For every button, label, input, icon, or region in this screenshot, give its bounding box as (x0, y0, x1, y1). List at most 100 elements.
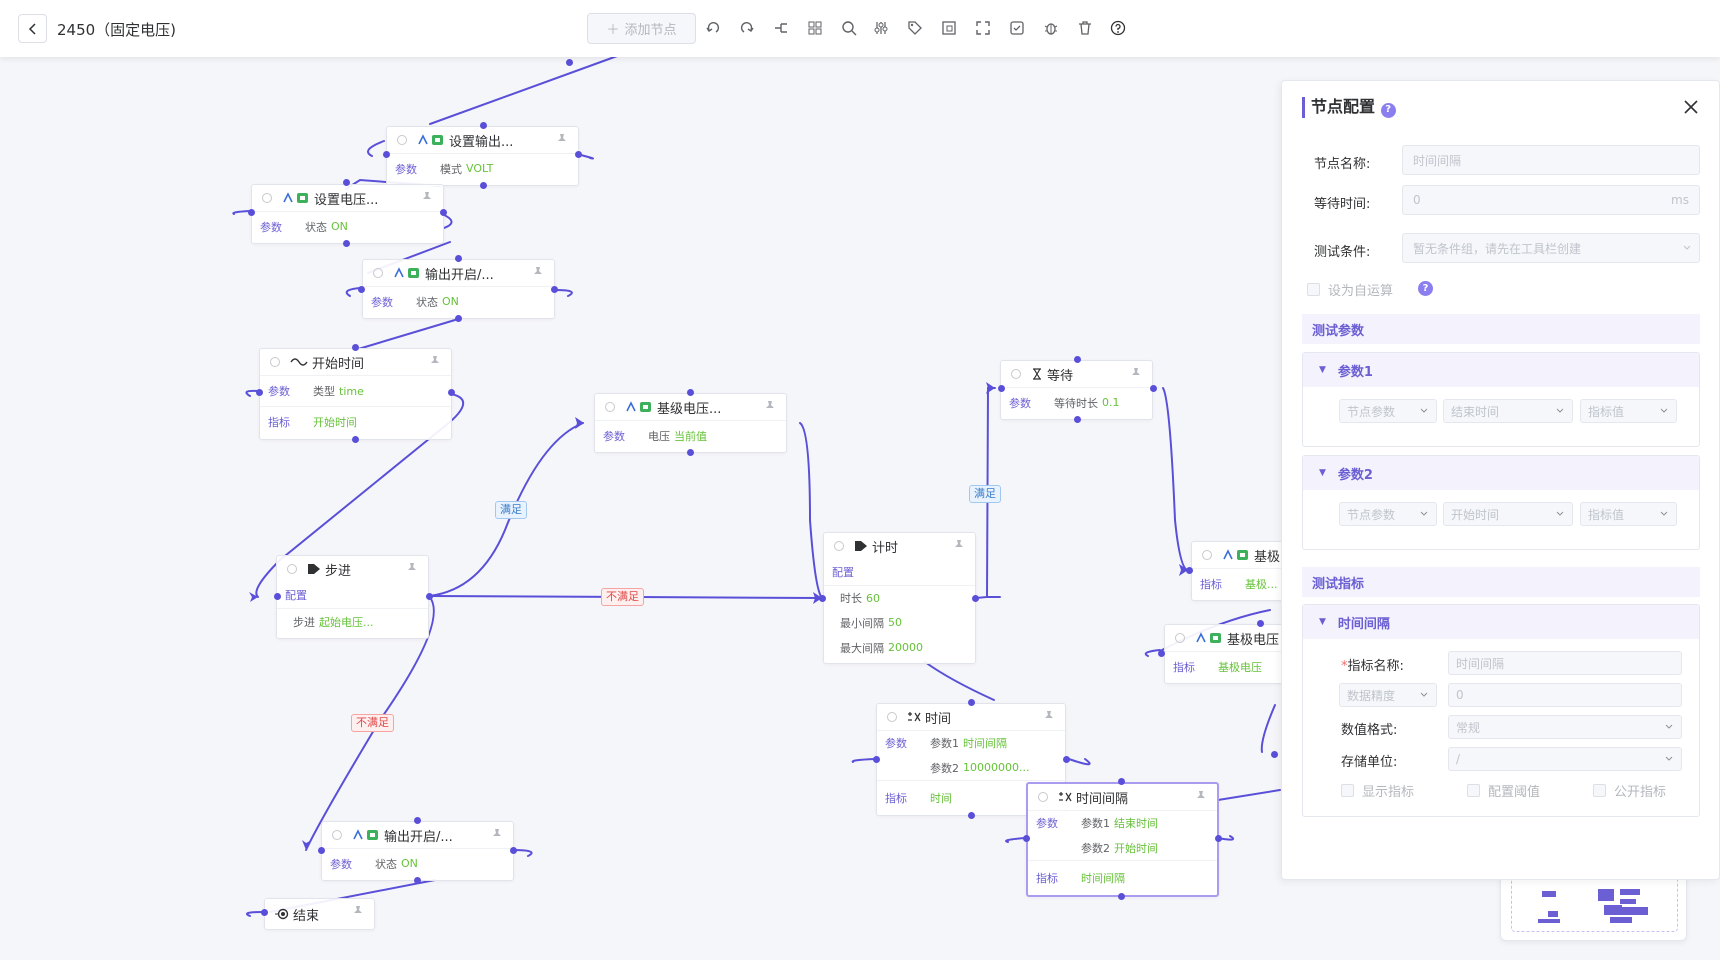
flow-node-selected[interactable]: 时间间隔 参数 参数1 结束时间 参数2 开始时间 指标 时间间隔 (1026, 782, 1219, 897)
port-dot[interactable] (274, 593, 281, 600)
port-dot[interactable] (972, 595, 979, 602)
flow-node[interactable]: 输出开启/... 参数 状态 ON (321, 821, 514, 881)
checkbox-box[interactable] (1467, 784, 1480, 797)
flow-node[interactable]: 等待 参数 等待时长 0.1 (1000, 360, 1153, 420)
port-dot[interactable] (455, 315, 462, 322)
pin-icon[interactable] (532, 266, 544, 278)
format-select[interactable]: 常规 (1448, 715, 1682, 739)
checkbox-box[interactable] (1593, 784, 1606, 797)
flow-node[interactable]: 基极电压 指标 基极电压 (1164, 624, 1284, 684)
port-dot[interactable] (448, 389, 455, 396)
precision-select[interactable]: 数据精度 (1339, 683, 1437, 707)
pin-icon[interactable] (429, 355, 441, 367)
pin-icon[interactable] (491, 828, 503, 840)
show-metric-checkbox[interactable]: 显示指标 (1341, 781, 1414, 800)
test-condition-select[interactable]: 暂无条件组，请先在工具栏创建 (1402, 233, 1700, 263)
port-dot[interactable] (414, 877, 421, 884)
node-select-radio[interactable] (332, 830, 342, 840)
port-dot[interactable] (256, 389, 263, 396)
undo-icon[interactable] (702, 17, 724, 39)
port-dot[interactable] (358, 286, 365, 293)
node-select-radio[interactable] (1175, 633, 1185, 643)
port-dot[interactable] (575, 151, 582, 158)
port-dot[interactable] (1215, 835, 1222, 842)
port-dot[interactable] (687, 389, 694, 396)
unit-select[interactable]: / (1448, 747, 1682, 771)
public-metric-checkbox[interactable]: 公开指标 (1593, 781, 1666, 800)
wait-time-input[interactable]: 0 ms (1402, 185, 1700, 215)
port-dot[interactable] (1186, 567, 1193, 574)
node-select-radio[interactable] (887, 712, 897, 722)
close-icon[interactable] (1681, 97, 1701, 117)
param1-header[interactable]: ▼ 参数1 (1303, 353, 1699, 387)
pin-icon[interactable] (764, 400, 776, 412)
param2-value-select[interactable]: 指标值 (1580, 502, 1677, 526)
pin-icon[interactable] (352, 905, 364, 917)
back-button[interactable] (18, 14, 47, 43)
node-select-radio[interactable] (1038, 792, 1048, 802)
pin-icon[interactable] (1043, 710, 1055, 722)
port-dot[interactable] (383, 151, 390, 158)
port-dot[interactable] (318, 847, 325, 854)
param2-header[interactable]: ▼ 参数2 (1303, 456, 1699, 490)
param2-field-select[interactable]: 开始时间 (1443, 502, 1573, 526)
frame-icon[interactable] (938, 17, 960, 39)
help-icon[interactable]: ? (1380, 102, 1396, 118)
port-dot[interactable] (1118, 893, 1125, 900)
port-dot[interactable] (480, 122, 487, 129)
flow-node[interactable]: 计时 配置 时长 60 最小间隔 50 最大间隔 20000 (823, 532, 976, 664)
edge-label-unsatisfied[interactable]: 不满足 (601, 588, 644, 606)
threshold-checkbox[interactable]: 配置阈值 (1467, 781, 1540, 800)
port-dot[interactable] (1023, 835, 1030, 842)
flow-node[interactable]: 输出开启/... 参数 状态 ON (362, 259, 555, 319)
node-select-radio[interactable] (373, 268, 383, 278)
pin-icon[interactable] (1130, 367, 1142, 379)
node-select-radio[interactable] (834, 541, 844, 551)
param1-value-select[interactable]: 指标值 (1580, 399, 1677, 423)
port-dot[interactable] (455, 255, 462, 262)
port-dot[interactable] (551, 286, 558, 293)
port-dot[interactable] (873, 756, 880, 763)
edge-label-satisfied[interactable]: 满足 (969, 485, 1001, 503)
save-icon[interactable] (1006, 17, 1028, 39)
node-select-radio[interactable] (397, 135, 407, 145)
tag-icon[interactable] (904, 17, 926, 39)
port-dot[interactable] (1271, 751, 1278, 758)
filter-icon[interactable] (870, 17, 892, 39)
port-dot[interactable] (819, 595, 826, 602)
flow-node[interactable]: 基极 指标 基极... (1191, 541, 1291, 601)
port-dot[interactable] (566, 59, 573, 66)
port-dot[interactable] (1074, 356, 1081, 363)
port-dot[interactable] (352, 344, 359, 351)
port-dot[interactable] (343, 240, 350, 247)
param1-field-select[interactable]: 结束时间 (1443, 399, 1573, 423)
port-dot[interactable] (1074, 416, 1081, 423)
node-select-radio[interactable] (262, 193, 272, 203)
edge-label-satisfied[interactable]: 满足 (495, 501, 527, 519)
pin-icon[interactable] (1195, 790, 1207, 802)
param1-source-select[interactable]: 节点参数 (1339, 399, 1437, 423)
port-dot[interactable] (343, 179, 350, 186)
node-select-radio[interactable] (605, 402, 615, 412)
self-calc-checkbox[interactable]: 设为自运算 (1307, 280, 1393, 299)
port-dot[interactable] (968, 812, 975, 819)
port-dot[interactable] (261, 909, 268, 916)
delete-icon[interactable] (1074, 17, 1096, 39)
flow-node[interactable]: 基级电压... 参数 电压 当前值 (594, 393, 787, 453)
port-dot[interactable] (1150, 385, 1157, 392)
port-dot[interactable] (480, 182, 487, 189)
port-dot[interactable] (998, 385, 1005, 392)
debug-icon[interactable] (1040, 17, 1062, 39)
flow-node[interactable]: 开始时间 参数 类型 time 指标 开始时间 (259, 348, 452, 440)
node-select-radio[interactable] (1202, 550, 1212, 560)
layout-icon[interactable] (804, 17, 826, 39)
flow-node[interactable]: 设置电压... 参数 状态 ON (251, 184, 444, 244)
port-dot[interactable] (414, 817, 421, 824)
port-dot[interactable] (687, 449, 694, 456)
checkbox-box[interactable] (1307, 283, 1320, 296)
port-dot[interactable] (426, 593, 433, 600)
port-dot[interactable] (440, 209, 447, 216)
flow-node[interactable]: 设置输出... 参数 模式 VOLT (386, 126, 579, 186)
port-dot[interactable] (1257, 620, 1264, 627)
port-dot[interactable] (510, 847, 517, 854)
